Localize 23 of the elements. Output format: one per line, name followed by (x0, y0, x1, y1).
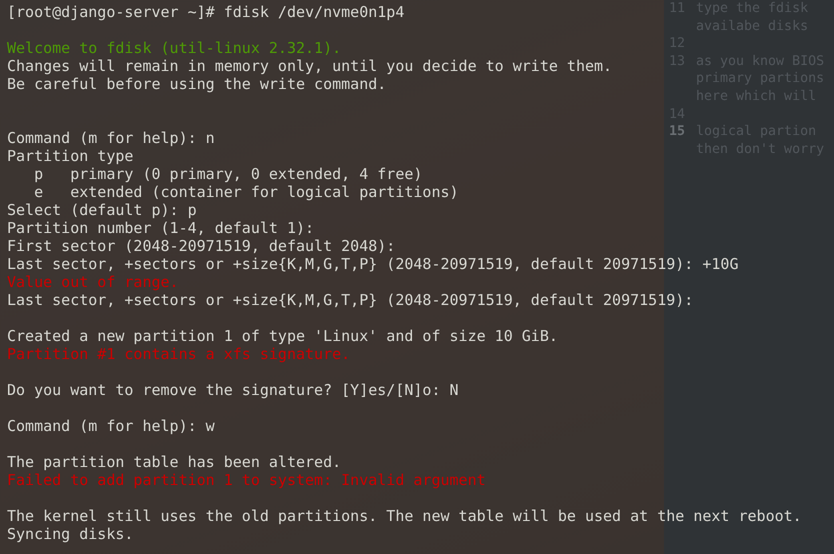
terminal-line: Partition type (7, 147, 134, 165)
terminal-line: [root@django-server ~]# fdisk /dev/nvme0n1p4 (7, 3, 404, 21)
terminal-line: Select (default p): p (7, 201, 197, 219)
terminal-line: Last sector, +sectors or +size{K,M,G,T,P} (2048-20971519, default 20971519): (7, 291, 694, 309)
terminal-line: Created a new partition 1 of type 'Linux' and of size 10 GiB. (7, 327, 558, 345)
line-number: 15 (669, 123, 686, 142)
terminal-line: Last sector, +sectors or +size{K,M,G,T,P} (2048-20971519, default 20971519): +10G (7, 255, 738, 273)
terminal-line: Command (m for help): n (7, 129, 215, 147)
terminal-line: Do you want to remove the signature? [Y]es/[N]o: N (7, 381, 459, 399)
terminal-line: Partition number (1-4, default 1): (7, 219, 314, 237)
error-message: Failed to add partition 1 to system: Invalid argument (7, 471, 486, 489)
terminal-line: p primary (0 primary, 0 extended, 4 free) (33, 165, 422, 183)
terminal-line: Be careful before using the write command. (7, 75, 386, 93)
terminal-line: Syncing disks. (7, 525, 134, 543)
terminal-line: Command (m for help): w (7, 417, 215, 435)
terminal-line: The kernel still uses the old partitions. The new table will be used at the next reboot. (7, 507, 802, 525)
error-message: Partition #1 contains a xfs signature. (7, 345, 350, 363)
welcome-message: Welcome to fdisk (util-linux 2.32.1). (7, 39, 342, 57)
terminal-line: e extended (container for logical partitions) (33, 183, 459, 201)
terminal-line: First sector (2048-20971519, default 2048): (7, 237, 396, 255)
terminal-line: The partition table has been altered. (7, 453, 342, 471)
error-message: Value out of range. (7, 273, 179, 291)
terminal-line: Changes will remain in memory only, until you decide to write them. (7, 57, 612, 75)
